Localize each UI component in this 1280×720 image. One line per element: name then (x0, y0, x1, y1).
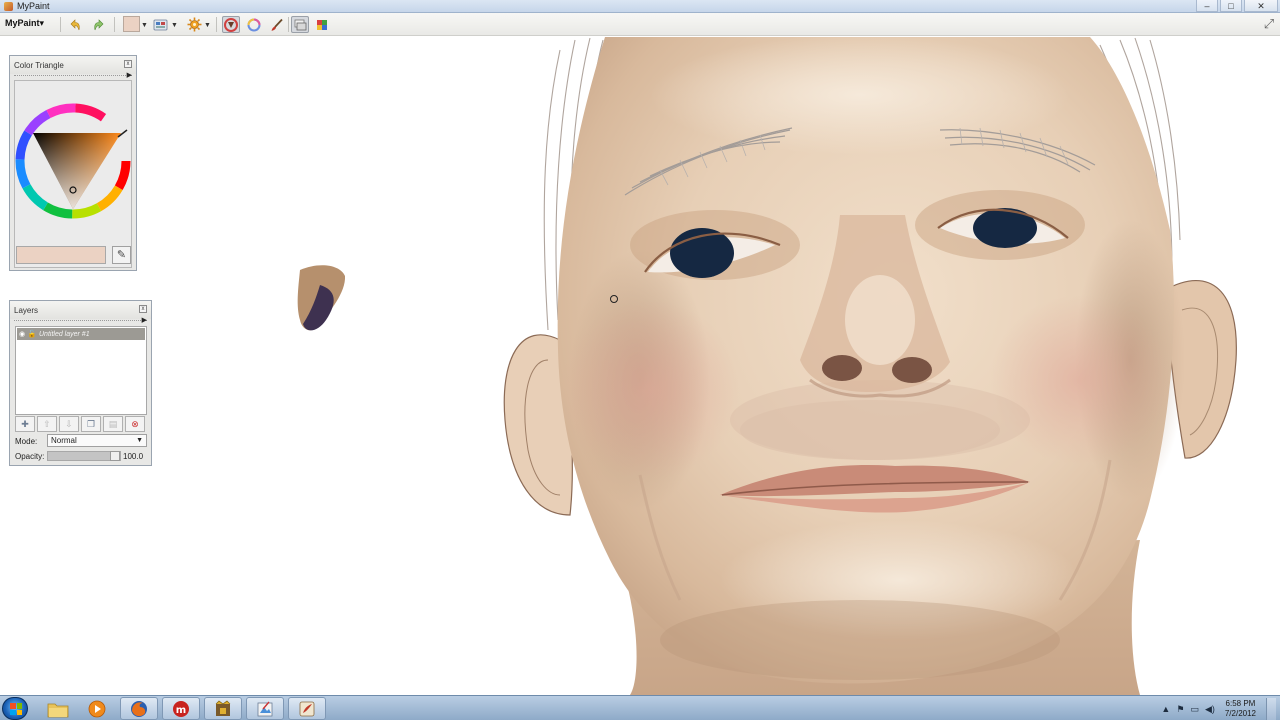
miro-icon[interactable]: m (162, 697, 200, 720)
color-triangle-panel: Color Triangle x ▶ ✎ (9, 55, 137, 271)
layer-row[interactable]: ◉ 🔓 Untitled layer #1 (17, 328, 145, 340)
merge-layer-button[interactable]: ▤ (103, 416, 123, 432)
chevron-down-icon[interactable]: ▼ (141, 22, 148, 29)
add-layer-button[interactable]: ✚ (15, 416, 35, 432)
layers-icon[interactable] (291, 16, 309, 33)
eyedropper-icon[interactable]: ✎ (112, 246, 131, 264)
panel-header[interactable]: Color Triangle x (10, 56, 136, 74)
layers-panel: Layers x ▶ ◉ 🔓 Untitled layer #1 ✚ ⇧ ⇩ ❐… (9, 300, 152, 466)
clock[interactable]: 6:58 PM 7/2/2012 (1225, 699, 1256, 719)
lock-icon[interactable]: 🔓 (27, 330, 37, 338)
toolbar-separator (60, 17, 61, 32)
chevron-down-icon: ▼ (136, 437, 143, 444)
color-wheel[interactable] (15, 81, 133, 241)
media-player-icon[interactable] (78, 697, 116, 720)
mode-label: Mode: (15, 437, 38, 446)
move-layer-up-button[interactable]: ⇧ (37, 416, 57, 432)
divider (14, 75, 132, 78)
window-controls: – □ ✕ (1196, 0, 1278, 13)
chevron-down-icon[interactable]: ▼ (171, 22, 178, 29)
current-color-preview (16, 246, 106, 264)
redo-icon[interactable] (90, 16, 108, 33)
explorer-icon[interactable] (39, 697, 77, 720)
volume-icon[interactable]: ◀) (1205, 704, 1215, 715)
opacity-slider[interactable] (47, 451, 121, 461)
action-center-icon[interactable]: ⚑ (1176, 704, 1184, 715)
taskbar: m ▲ ⚑ ▭ ◀) 6:58 PM 7/2/2012 (0, 695, 1280, 720)
app-menu-button[interactable]: MyPaint▾ (5, 18, 44, 29)
show-hidden-icons-icon[interactable]: ▲ (1161, 704, 1170, 714)
layer-name: Untitled layer #1 (39, 330, 90, 338)
minimize-button[interactable]: – (1196, 0, 1218, 12)
move-layer-down-button[interactable]: ⇩ (59, 416, 79, 432)
fullscreen-icon[interactable]: ⤢ (1262, 17, 1276, 31)
main-toolbar: MyPaint▾ ▼ ▼ ▼ ⤢ (0, 13, 1280, 36)
clock-time: 6:58 PM (1225, 699, 1256, 708)
delete-layer-button[interactable]: ⊗ (125, 416, 145, 432)
eye-icon[interactable]: ◉ (17, 330, 27, 338)
color-picker-area: ✎ (14, 80, 132, 268)
panel-title: Color Triangle (14, 61, 64, 70)
toolbar-separator (216, 17, 217, 32)
chevron-down-icon[interactable]: ▼ (204, 22, 211, 29)
maximize-button[interactable]: □ (1220, 0, 1242, 12)
toolbar-separator (288, 17, 289, 32)
windows-logo-icon (10, 703, 22, 715)
opacity-label: Opacity: (15, 452, 45, 461)
brush-presets-icon[interactable] (152, 16, 170, 33)
paint-icon[interactable] (246, 697, 284, 720)
clock-date: 7/2/2012 (1224, 709, 1256, 718)
chevron-right-icon[interactable]: ▶ (142, 316, 147, 324)
close-icon[interactable]: x (124, 60, 132, 68)
drawing-canvas[interactable] (0, 37, 1280, 695)
start-button[interactable] (2, 697, 28, 720)
close-icon[interactable]: x (139, 305, 147, 313)
blend-mode-select[interactable]: Normal ▼ (47, 434, 147, 447)
duplicate-layer-button[interactable]: ❐ (81, 416, 101, 432)
color-ring-icon[interactable] (245, 16, 263, 33)
brush-icon[interactable] (268, 16, 286, 33)
mypaint-icon[interactable] (288, 697, 326, 720)
title-bar: MyPaint – □ ✕ (0, 0, 1280, 13)
show-desktop-button[interactable] (1266, 698, 1276, 720)
toolbar-separator (114, 17, 115, 32)
layers-list: ◉ 🔓 Untitled layer #1 (15, 326, 147, 415)
panel-header[interactable]: Layers x (10, 301, 151, 319)
layer-buttons: ✚ ⇧ ⇩ ❐ ▤ ⊗ (15, 416, 147, 432)
divider (14, 320, 147, 323)
chevron-right-icon[interactable]: ▶ (127, 71, 132, 79)
blend-mode-value: Normal (51, 436, 77, 445)
opacity-slider-handle[interactable] (110, 451, 120, 461)
window-title: MyPaint (17, 1, 50, 11)
settings-icon[interactable] (185, 16, 203, 33)
system-tray: ▲ ⚑ ▭ ◀) 6:58 PM 7/2/2012 (1161, 698, 1276, 720)
panel-title: Layers (14, 306, 39, 315)
svg-text:m: m (176, 705, 186, 716)
palette-icon[interactable] (313, 16, 331, 33)
undo-icon[interactable] (66, 16, 84, 33)
portrait-painting (297, 37, 1237, 695)
network-icon[interactable]: ▭ (1190, 704, 1199, 715)
close-button[interactable]: ✕ (1244, 0, 1278, 12)
firefox-icon[interactable] (120, 697, 158, 720)
color-triangle-icon[interactable] (222, 16, 240, 33)
mypaint-app-icon (4, 2, 13, 11)
opacity-value: 100.0 (123, 452, 144, 461)
game-icon[interactable] (204, 697, 242, 720)
current-color-swatch[interactable] (123, 16, 140, 32)
